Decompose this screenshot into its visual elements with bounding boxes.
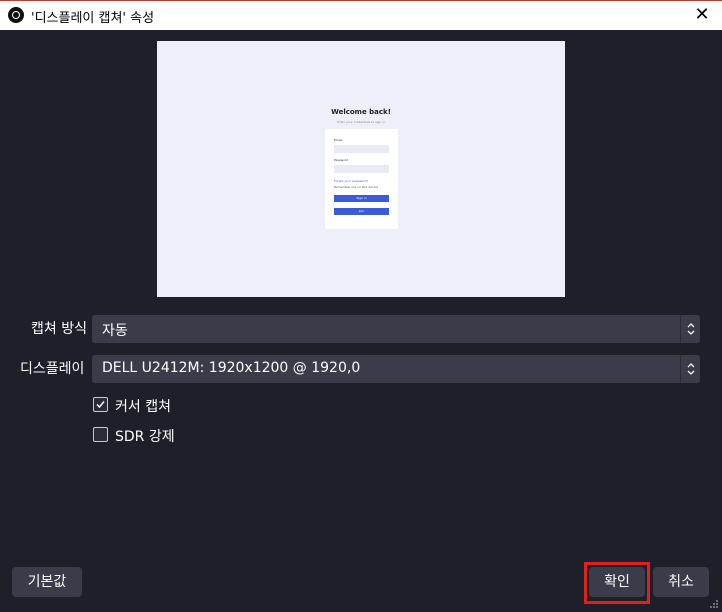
preview-remember-text: Remember me on this device — [334, 185, 379, 189]
capture-cursor-label: 커서 캡쳐 — [115, 399, 171, 415]
checkmark-icon — [96, 401, 105, 409]
preview-email-label: Email — [334, 138, 343, 142]
force-sdr-label: SDR 강제 — [115, 429, 175, 445]
preview-forgot-link: Forgot your password? — [334, 179, 369, 183]
capture-method-label: 캡쳐 방식 — [31, 321, 87, 337]
close-icon[interactable]: ✕ — [682, 1, 722, 29]
title-bar: '디스플레이 캡쳐' 속성 ✕ — [0, 0, 722, 30]
display-select[interactable]: DELL U2412M: 1920x1200 @ 1920,0 — [92, 355, 700, 383]
preview-login-card: Email Password Forgot your password? Rem… — [325, 129, 398, 229]
preview-sign-in-button: Sign in — [334, 195, 389, 202]
updown-arrows-icon — [680, 315, 700, 343]
obs-app-icon — [8, 7, 24, 23]
resize-grip-icon[interactable] — [709, 599, 719, 609]
ok-button[interactable]: 확인 — [589, 567, 645, 597]
preview-subheading: Enter your credentials to sign in — [336, 120, 386, 124]
display-label: 디스플레이 — [20, 361, 85, 377]
preview-password-field — [334, 165, 389, 173]
preview-area: Welcome back! Enter your credentials to … — [12, 30, 709, 297]
display-value: DELL U2412M: 1920x1200 @ 1920,0 — [102, 360, 361, 376]
preview-password-label: Password — [334, 158, 349, 162]
capture-cursor-checkbox[interactable] — [93, 397, 108, 412]
capture-preview: Welcome back! Enter your credentials to … — [157, 41, 565, 297]
preview-heading: Welcome back! — [331, 108, 391, 116]
window-title: '디스플레이 캡쳐' 속성 — [31, 11, 155, 26]
cancel-button[interactable]: 취소 — [653, 567, 709, 597]
preview-second-button: Join — [334, 208, 389, 215]
capture-method-value: 자동 — [102, 323, 128, 339]
defaults-button[interactable]: 기본값 — [12, 567, 82, 597]
preview-email-field — [334, 145, 389, 153]
updown-arrows-icon — [680, 355, 700, 383]
force-sdr-checkbox[interactable] — [93, 427, 108, 442]
capture-method-select[interactable]: 자동 — [92, 315, 700, 343]
